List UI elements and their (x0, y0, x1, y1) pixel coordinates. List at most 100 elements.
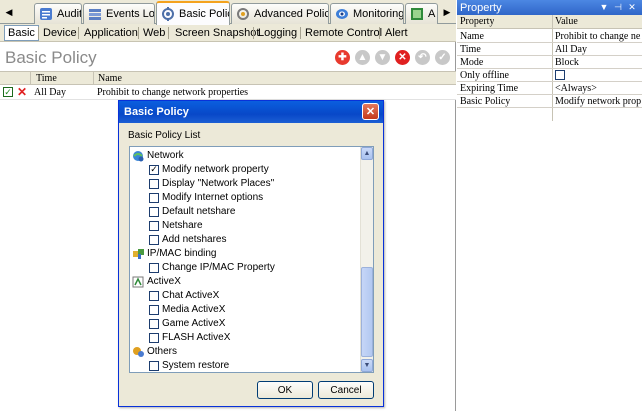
property-row-mode[interactable]: Mode Block (457, 56, 642, 69)
list-item[interactable]: Default netshare (149, 205, 235, 218)
property-label: Expiring Time (460, 83, 519, 94)
list-item[interactable]: Chat ActiveX (149, 289, 219, 302)
property-value[interactable]: Block (555, 57, 579, 68)
close-icon: ✕ (365, 106, 376, 118)
up-icon: ▲ (357, 52, 368, 63)
tab-scroll-right-icon[interactable]: ▶ (439, 4, 455, 21)
group-network: Network (132, 149, 184, 162)
item-checkbox[interactable] (149, 360, 159, 371)
column-header-time[interactable]: Time (36, 73, 57, 84)
property-row-name[interactable]: Name Prohibit to change ne... (457, 30, 642, 43)
subtab-basic[interactable]: Basic (4, 25, 39, 41)
network-icon (133, 150, 144, 161)
tab-assets[interactable]: A (405, 3, 438, 24)
subtab-divider (78, 27, 79, 39)
list-item[interactable]: Add netshares (149, 233, 227, 246)
move-up-button[interactable]: ▲ (355, 50, 370, 65)
pin-icon[interactable]: ⊣ (612, 1, 624, 13)
scroll-up-icon[interactable]: ▲ (361, 147, 373, 160)
property-panel: Property ▼ ⊣ ✕ Property Value Name Prohi… (457, 0, 642, 411)
list-item[interactable]: Display "Network Places" (149, 177, 274, 190)
tab-advanced-policy[interactable]: Advanced Policy (231, 3, 329, 24)
subtab-web[interactable]: Web (140, 25, 168, 41)
subtab-divider (300, 27, 301, 39)
list-item[interactable]: System restore (149, 359, 229, 372)
property-row-only-offline[interactable]: Only offline (457, 69, 642, 82)
tab-audit[interactable]: Audit (34, 3, 82, 24)
list-item[interactable]: Netshare (149, 219, 203, 232)
item-label: FLASH ActiveX (162, 332, 231, 343)
property-value[interactable]: <Always> (555, 83, 597, 94)
item-checkbox[interactable] (149, 220, 159, 231)
cancel-button[interactable]: Cancel (318, 381, 374, 399)
list-item[interactable]: Change IP/MAC Property (149, 261, 275, 274)
delete-policy-button[interactable]: ✕ (395, 50, 410, 65)
item-checkbox[interactable] (149, 192, 159, 203)
apply-icon: ✓ (438, 52, 447, 63)
property-row-basic-policy[interactable]: Basic Policy Modify network prop ... (457, 95, 642, 108)
tab-label: Basic Policy (179, 8, 229, 20)
item-checkbox[interactable] (149, 234, 159, 245)
subtab-alert[interactable]: Alert (382, 25, 411, 41)
group-label: Others (147, 346, 178, 357)
item-checkbox[interactable]: ✓ (149, 164, 159, 175)
list-item[interactable]: FLASH ActiveX (149, 331, 230, 344)
row-time: All Day (34, 87, 66, 98)
undo-button[interactable]: ↶ (415, 50, 430, 65)
tab-scroll-left-icon[interactable]: ◀ (1, 4, 17, 21)
events-log-icon (89, 9, 101, 20)
list-item[interactable]: Game ActiveX (149, 317, 225, 330)
tab-events-log[interactable]: Events Log (83, 3, 155, 24)
list-item[interactable]: Modify Internet options (149, 191, 263, 204)
scrollbar-thumb[interactable] (361, 267, 373, 357)
dialog-title-bar[interactable]: Basic Policy ✕ (119, 101, 383, 123)
column-divider (93, 72, 94, 84)
property-label: Name (460, 31, 484, 42)
item-checkbox[interactable] (149, 178, 159, 189)
list-scrollbar[interactable]: ▲ ▼ (360, 147, 373, 372)
column-header-name[interactable]: Name (98, 73, 122, 84)
table-row[interactable]: ✓ ✕ All Day Prohibit to change network p… (0, 85, 456, 100)
item-checkbox[interactable] (149, 262, 159, 273)
item-checkbox[interactable] (149, 318, 159, 329)
property-value[interactable]: Prohibit to change ne... (555, 31, 641, 42)
audit-icon (40, 8, 52, 20)
move-down-button[interactable]: ▼ (375, 50, 390, 65)
dialog-close-button[interactable]: ✕ (362, 103, 379, 120)
dropdown-icon[interactable]: ▼ (598, 1, 610, 13)
apply-button[interactable]: ✓ (435, 50, 450, 65)
ok-button[interactable]: OK (257, 381, 313, 399)
add-policy-button[interactable]: ✚ (335, 50, 350, 65)
subtab-screen-snapshot[interactable]: Screen Snapshot (172, 25, 262, 41)
policy-subtab-bar: Basic Device Application Web Screen Snap… (0, 24, 456, 42)
item-checkbox[interactable] (149, 290, 159, 301)
down-icon: ▼ (377, 52, 388, 63)
property-row-expiring-time[interactable]: Expiring Time <Always> (457, 82, 642, 95)
item-checkbox[interactable] (149, 332, 159, 343)
group-activex: ActiveX (132, 275, 181, 288)
list-item[interactable]: Media ActiveX (149, 303, 225, 316)
list-item[interactable]: ✓ Modify network property (149, 163, 269, 176)
group-label: IP/MAC binding (147, 248, 217, 259)
tab-basic-policy[interactable]: Basic Policy (156, 1, 230, 25)
dialog-title: Basic Policy (124, 106, 189, 118)
subtab-divider (253, 27, 254, 39)
row-enabled-checkbox[interactable]: ✓ (3, 87, 13, 97)
subtab-remote-control[interactable]: Remote Control (302, 25, 385, 41)
tab-monitoring[interactable]: Monitoring (330, 3, 404, 24)
subtab-logging[interactable]: Logging (255, 25, 300, 41)
property-value[interactable]: All Day (555, 44, 587, 55)
scroll-down-icon[interactable]: ▼ (361, 359, 373, 372)
item-checkbox[interactable] (149, 206, 159, 217)
item-checkbox[interactable] (149, 304, 159, 315)
policy-list-label: Basic Policy List (128, 130, 201, 141)
basic-policy-icon (162, 7, 174, 21)
subtab-divider (38, 27, 39, 39)
property-row-time[interactable]: Time All Day (457, 43, 642, 56)
close-icon[interactable]: ✕ (626, 1, 638, 13)
only-offline-checkbox[interactable] (555, 70, 565, 80)
item-label: Display "Network Places" (162, 178, 275, 189)
subtab-application[interactable]: Application (81, 25, 141, 41)
subtab-device[interactable]: Device (40, 25, 80, 41)
property-value[interactable]: Modify network prop ... (555, 96, 641, 107)
